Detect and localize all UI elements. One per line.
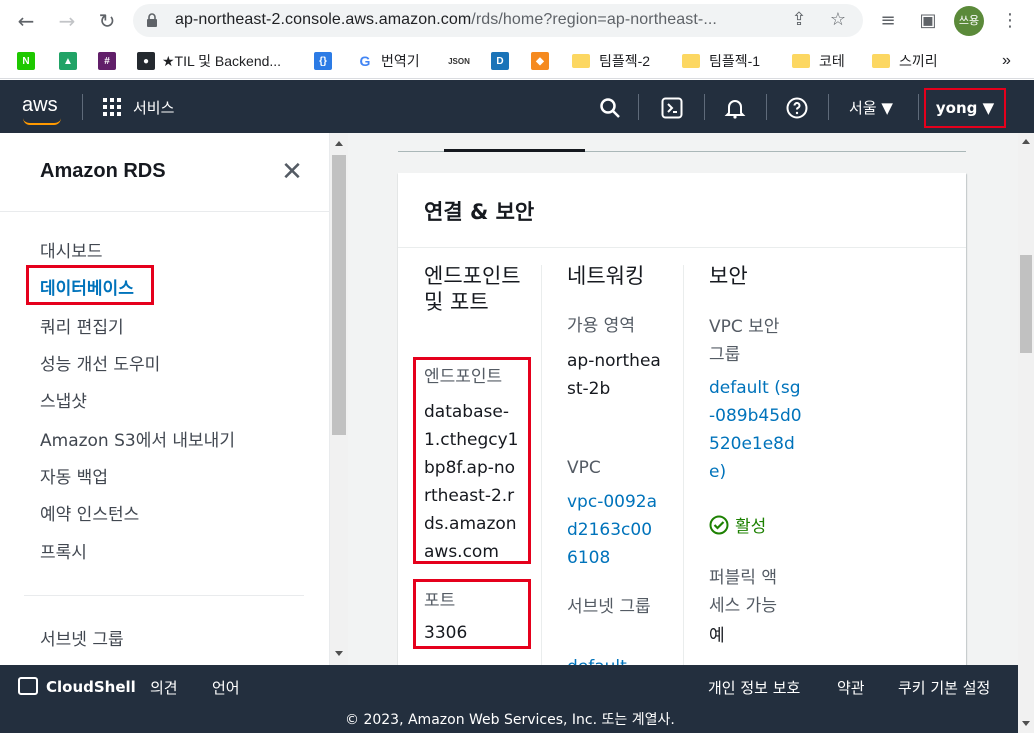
endpoint-label: 엔드포인트: [424, 367, 503, 387]
cloudshell-icon[interactable]: [660, 96, 684, 120]
media-icon[interactable]: ≡: [876, 9, 900, 33]
endpoint-value[interactable]: database-1.cthegcy1bp8f.ap-northeast-2.r…: [424, 398, 520, 566]
bookmark-ext[interactable]: {}: [314, 50, 339, 72]
copyright-text: © 2023, Amazon Web Services, Inc. 또는 계열사…: [345, 712, 675, 728]
folder-icon: [572, 54, 590, 68]
bookmark-chart[interactable]: ▲: [59, 50, 84, 72]
bookmark-translate[interactable]: G 번역기: [356, 50, 420, 72]
bookmark-d[interactable]: D: [491, 50, 516, 72]
sidebar-item-query-editor[interactable]: 쿼리 편집기: [40, 313, 124, 338]
cookie-preferences-link[interactable]: 쿠키 기본 설정: [898, 677, 990, 698]
avatar[interactable]: 쓰용: [954, 6, 984, 36]
sidebar-item-performance-insights[interactable]: 성능 개선 도우미: [40, 350, 160, 375]
sidebar-scrollbar[interactable]: [330, 133, 348, 665]
vpc-security-group-label: VPC 보안 그룹: [709, 317, 780, 365]
public-access-label: 퍼블릭 액세스 가능: [709, 568, 777, 616]
sidebar-title: Amazon RDS: [40, 160, 166, 182]
public-access-value: 예: [709, 626, 725, 646]
bookmark-folder-team2[interactable]: 팀플젝-2: [572, 50, 650, 72]
port-value: 3306: [424, 623, 468, 643]
reload-icon[interactable]: ↻: [94, 8, 120, 34]
availability-zone-value: ap-northeast-2b: [567, 351, 661, 399]
sidebar-item-snapshots[interactable]: 스냅샷: [40, 387, 87, 412]
bookmarks-bar: N ▲ # ● ★TIL 및 Backend... {} G 번역기 JSON D …: [0, 42, 1034, 79]
region-selector[interactable]: 서울 ▼: [849, 97, 893, 118]
sidebar-item-subnet-groups[interactable]: 서브넷 그룹: [40, 625, 124, 650]
security-group-link[interactable]: default (sg-089b45d0520e1e8de): [709, 374, 803, 486]
connectivity-security-card: 연결 & 보안 엔드포인트 및 포트 엔드포인트 database-1.cthe…: [398, 173, 966, 665]
sidebar-item-dashboard[interactable]: 대시보드: [40, 237, 103, 262]
subnet-group-link[interactable]: default: [567, 653, 627, 665]
terms-link[interactable]: 약관: [837, 677, 865, 698]
feedback-link[interactable]: 의견: [150, 677, 178, 698]
vpc-label: VPC: [567, 458, 601, 478]
page-scrollbar[interactable]: [1018, 133, 1034, 733]
port-label: 포트: [424, 591, 456, 611]
endpoint-port-heading: 엔드포인트 및 포트: [424, 264, 521, 314]
cloudshell-footer-icon[interactable]: [18, 677, 38, 695]
cloudshell-link[interactable]: CloudShell: [46, 678, 136, 696]
bookmark-folder-team1[interactable]: 팀플젝-1: [682, 50, 760, 72]
status-badge: 활성: [709, 512, 766, 537]
folder-icon: [682, 54, 700, 68]
search-icon[interactable]: [598, 96, 622, 120]
folder-icon: [872, 54, 890, 68]
menu-icon[interactable]: ⋮: [998, 9, 1022, 33]
services-menu[interactable]: 서비스: [133, 97, 174, 118]
url-text: ap-northeast-2.console.aws.amazon.com/rd…: [175, 11, 717, 28]
browser-toolbar: ← → ↻ ap-northeast-2.console.aws.amazon.…: [0, 0, 1034, 42]
sidebar-item-databases[interactable]: 데이터베이스: [40, 274, 134, 299]
aws-console-header: aws 서비스 서울 ▼ yong ▼: [0, 80, 1034, 133]
status-text: 활성: [735, 517, 767, 537]
forward-icon[interactable]: →: [54, 8, 80, 34]
check-circle-icon: [709, 515, 729, 534]
folder-icon: [792, 54, 810, 68]
privacy-link[interactable]: 개인 정보 보호: [708, 677, 800, 698]
console-footer: CloudShell 의견 언어 개인 정보 보호 약관 쿠키 기본 설정 © …: [0, 665, 1018, 733]
bookmark-slack[interactable]: #: [98, 50, 123, 72]
rds-sidebar: Amazon RDS ✕ 대시보드 데이터베이스 쿼리 편집기 성능 개선 도우…: [0, 133, 330, 665]
card-title: 연결 & 보안: [424, 200, 535, 224]
back-icon[interactable]: ←: [13, 8, 39, 34]
aws-logo[interactable]: aws: [22, 94, 61, 125]
sidebar-item-reserved-instances[interactable]: 예약 인스턴스: [40, 500, 139, 525]
bookmarks-overflow-icon[interactable]: »: [1002, 50, 1011, 72]
security-heading: 보안: [709, 264, 748, 288]
close-icon[interactable]: ✕: [280, 159, 304, 185]
notification-bell-icon[interactable]: [723, 96, 747, 120]
vpc-link[interactable]: vpc-0092ad2163c006108: [567, 488, 661, 572]
sidebar-item-s3-exports[interactable]: Amazon S3에서 내보내기: [40, 426, 235, 451]
networking-heading: 네트워킹: [567, 264, 645, 288]
availability-zone-label: 가용 영역: [567, 316, 635, 336]
lock-icon: [147, 13, 157, 27]
sidebar-item-proxies[interactable]: 프록시: [40, 538, 87, 563]
subnet-group-label: 서브넷 그룹: [567, 597, 651, 617]
share-icon[interactable]: ⇪: [787, 8, 811, 32]
bookmark-til[interactable]: ● ★TIL 및 Backend...: [137, 50, 281, 72]
active-tab-indicator: [444, 149, 585, 152]
sidepanel-icon[interactable]: ▣: [916, 9, 940, 33]
bookmark-folder-misc[interactable]: 스끼리: [872, 50, 938, 72]
account-menu[interactable]: yong ▼: [924, 88, 1006, 128]
bookmark-folder-code[interactable]: 코테: [792, 50, 845, 72]
bookmark-json[interactable]: JSON: [448, 50, 475, 72]
sidebar-item-automated-backups[interactable]: 자동 백업: [40, 463, 108, 488]
bookmark-n[interactable]: N: [17, 50, 42, 72]
language-link[interactable]: 언어: [212, 677, 240, 698]
star-icon[interactable]: ☆: [826, 8, 850, 32]
address-bar[interactable]: ap-northeast-2.console.aws.amazon.com/rd…: [133, 4, 863, 37]
services-grid-icon[interactable]: [103, 98, 121, 116]
main-content: 연결 & 보안 엔드포인트 및 포트 엔드포인트 database-1.cthe…: [348, 133, 1018, 665]
help-icon[interactable]: [785, 96, 809, 120]
bookmark-box[interactable]: ◆: [531, 50, 556, 72]
